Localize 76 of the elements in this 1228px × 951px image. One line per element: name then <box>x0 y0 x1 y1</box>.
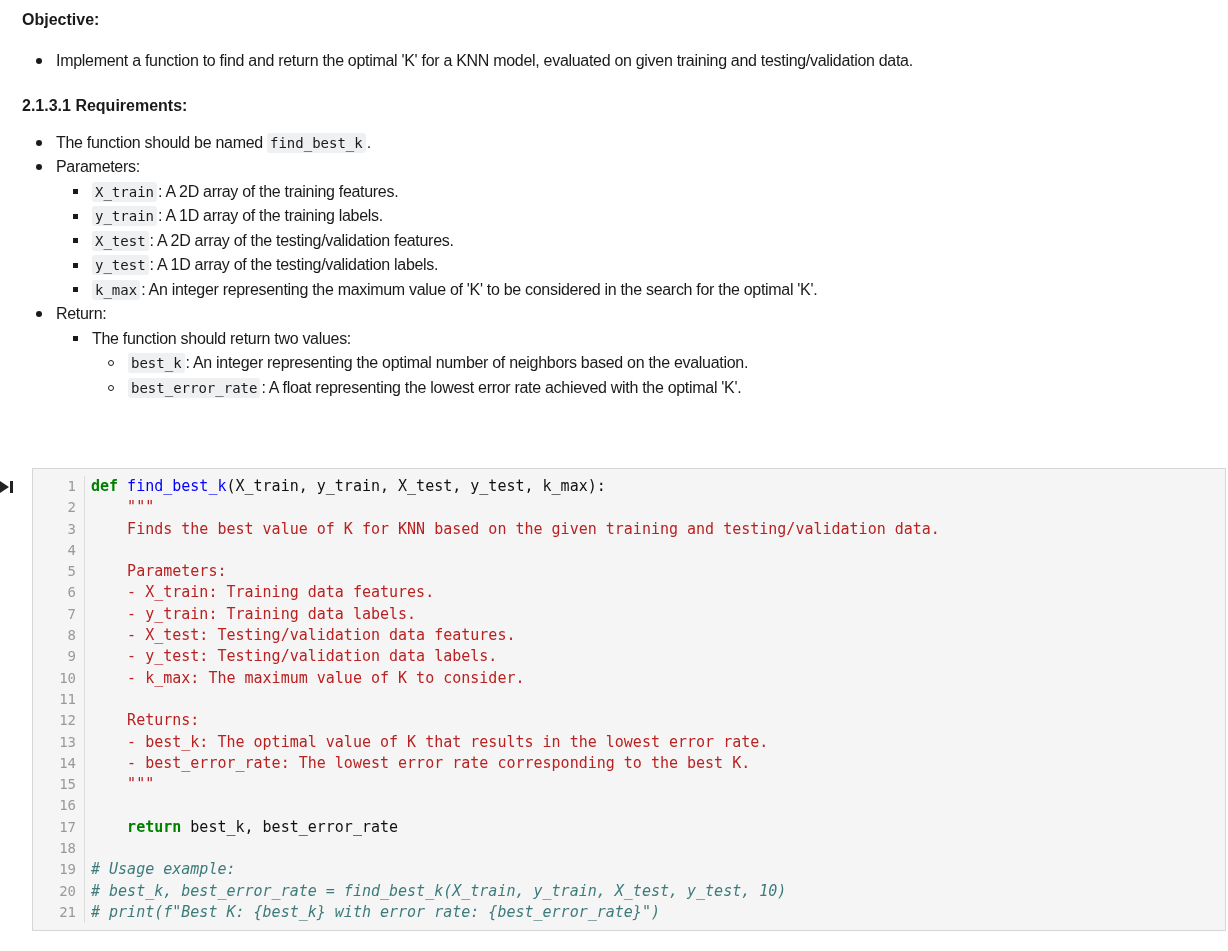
code-string: - y_test: Testing/validation data labels. <box>126 646 498 668</box>
line-number: 14 <box>59 753 76 773</box>
code-string: - best_k: The optimal value of K that results in the lowest error rate. <box>126 731 769 753</box>
line-number: 5 <box>67 562 76 582</box>
list-text: . <box>366 133 371 152</box>
inline-code: X_test <box>92 230 149 251</box>
line-number: 20 <box>59 881 76 901</box>
code-comment: # Usage example: <box>91 859 236 881</box>
code-string: """ <box>126 497 155 519</box>
code-string: """ <box>126 774 155 796</box>
line-number: 19 <box>59 860 76 880</box>
list-text: Parameters: <box>56 158 140 177</box>
inline-code: best_error_rate <box>128 377 261 398</box>
inline-code: y_test <box>92 255 149 276</box>
code-string: - y_train: Training data labels. <box>126 603 417 625</box>
bullet-icon <box>72 238 78 244</box>
line-number: 18 <box>59 839 76 859</box>
line-number: 15 <box>59 775 76 795</box>
bullet-icon <box>72 287 78 293</box>
code-keyword: return <box>126 816 182 838</box>
line-number: 21 <box>59 902 76 922</box>
line-number: 16 <box>59 796 76 816</box>
code-string: - best_error_rate: The lowest error rate corresponding to the best K. <box>126 752 751 774</box>
bullet-icon <box>72 336 78 342</box>
bullet-icon <box>72 262 78 268</box>
line-number: 7 <box>67 604 76 624</box>
code-string: - k_max: The maximum value of K to consider. <box>126 667 525 689</box>
line-number: 10 <box>59 668 76 688</box>
code-keyword: def <box>91 476 119 497</box>
list-text: : A 2D array of the testing/validation features. <box>149 231 454 250</box>
code-text: (X_train, y_train, X_test, y_test, k_max): <box>226 476 606 497</box>
code-cell[interactable] <box>32 468 1226 932</box>
inline-code: best_k <box>128 353 185 374</box>
section-heading: 2.1.3.1 Requirements: <box>22 95 189 116</box>
line-number: 11 <box>59 689 76 709</box>
list-text: : A 1D array of the testing/validation labels. <box>149 256 439 275</box>
line-number: 8 <box>67 626 76 646</box>
list-text: : An integer representing the optimal number of neighbors based on the evaluation. <box>185 354 749 373</box>
code-function-name: find_best_k <box>126 476 227 497</box>
list-text: The function should be named <box>56 133 264 152</box>
code-comment: # best_k, best_error_rate = find_best_k(X_train, y_train, X_test, y_test, 10) <box>91 880 787 902</box>
line-number: 1 <box>67 477 76 496</box>
section-heading: Objective: <box>22 10 101 30</box>
line-number: 6 <box>67 583 76 603</box>
line-number: 12 <box>59 711 76 731</box>
line-number: 13 <box>59 732 76 752</box>
run-cell-icon[interactable] <box>0 480 14 494</box>
inline-code: k_max <box>92 279 141 300</box>
code-comment: # print(f"Best K: {best_k} with error rate: {best_error_rate}") <box>91 901 660 923</box>
code-string: Returns: <box>126 710 200 732</box>
bullet-icon <box>36 139 42 146</box>
code-string: Finds the best value of K for KNN based on the given training and testing/validation data. <box>126 518 940 540</box>
list-text: The function should return two values: <box>92 329 351 348</box>
bullet-icon <box>72 213 78 219</box>
line-number: 3 <box>67 519 76 539</box>
inline-code: find_best_k <box>267 132 366 153</box>
code-text: best_k, best_error_rate <box>189 816 399 838</box>
bullet-icon <box>36 164 42 171</box>
bullet-icon <box>36 311 42 318</box>
code-string: Parameters: <box>126 561 227 583</box>
inline-code: y_train <box>92 206 157 227</box>
list-text: Implement a function to find and return the optimal 'K' for a KNN model, evaluated on given training and testing/validation data. <box>56 52 913 71</box>
code-string: - X_train: Training data features. <box>126 582 435 604</box>
line-number: 4 <box>67 540 76 560</box>
list-text: Return: <box>56 305 107 324</box>
line-number: 2 <box>67 498 76 518</box>
bullet-icon <box>72 189 78 195</box>
code-string: - X_test: Testing/validation data features. <box>126 625 516 647</box>
list-text: : A 1D array of the training labels. <box>158 207 383 226</box>
list-text: : An integer representing the maximum value of 'K' to be considered in the search for the optimal 'K'. <box>141 280 818 299</box>
inline-code: X_train <box>92 181 157 202</box>
list-text: : A float representing the lowest error rate achieved with the optimal 'K'. <box>261 378 742 397</box>
line-number: 9 <box>67 647 76 667</box>
bullet-icon <box>36 58 42 65</box>
list-text: : A 2D array of the training features. <box>158 182 399 201</box>
line-number: 17 <box>59 817 76 837</box>
